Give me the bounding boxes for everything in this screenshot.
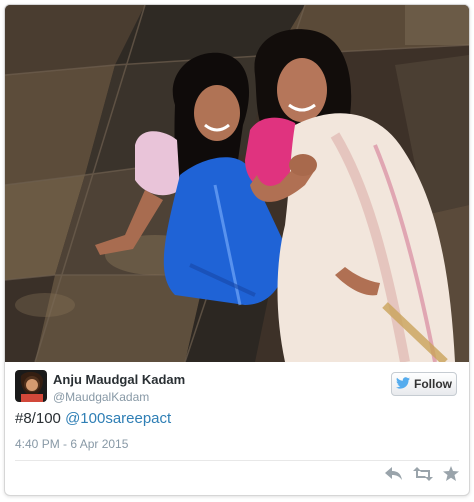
divider [15, 460, 459, 461]
reply-icon[interactable] [385, 466, 403, 481]
tweet-text: #8/100 @100sareepact [15, 410, 171, 427]
tweet-actions [385, 466, 459, 481]
timestamp-link[interactable]: 4:40 PM - 6 Apr 2015 [15, 437, 128, 451]
retweet-icon[interactable] [413, 466, 433, 481]
author-name[interactable]: Anju Maudgal Kadam [53, 372, 185, 387]
author-handle[interactable]: @MaudgalKadam [53, 390, 149, 404]
follow-button[interactable]: Follow [391, 372, 457, 396]
tweet-hashtag-text: #8/100 [15, 410, 61, 427]
tweet-header: Anju Maudgal Kadam @MaudgalKadam Follow [5, 368, 469, 408]
follow-label: Follow [414, 377, 452, 391]
favorite-icon[interactable] [443, 466, 459, 481]
tweet-photo[interactable] [5, 5, 469, 362]
embedded-tweet-card: Anju Maudgal Kadam @MaudgalKadam Follow … [4, 4, 470, 496]
mention-link[interactable]: @100sareepact [65, 410, 171, 427]
avatar[interactable] [15, 370, 47, 402]
twitter-bird-icon [396, 376, 410, 392]
